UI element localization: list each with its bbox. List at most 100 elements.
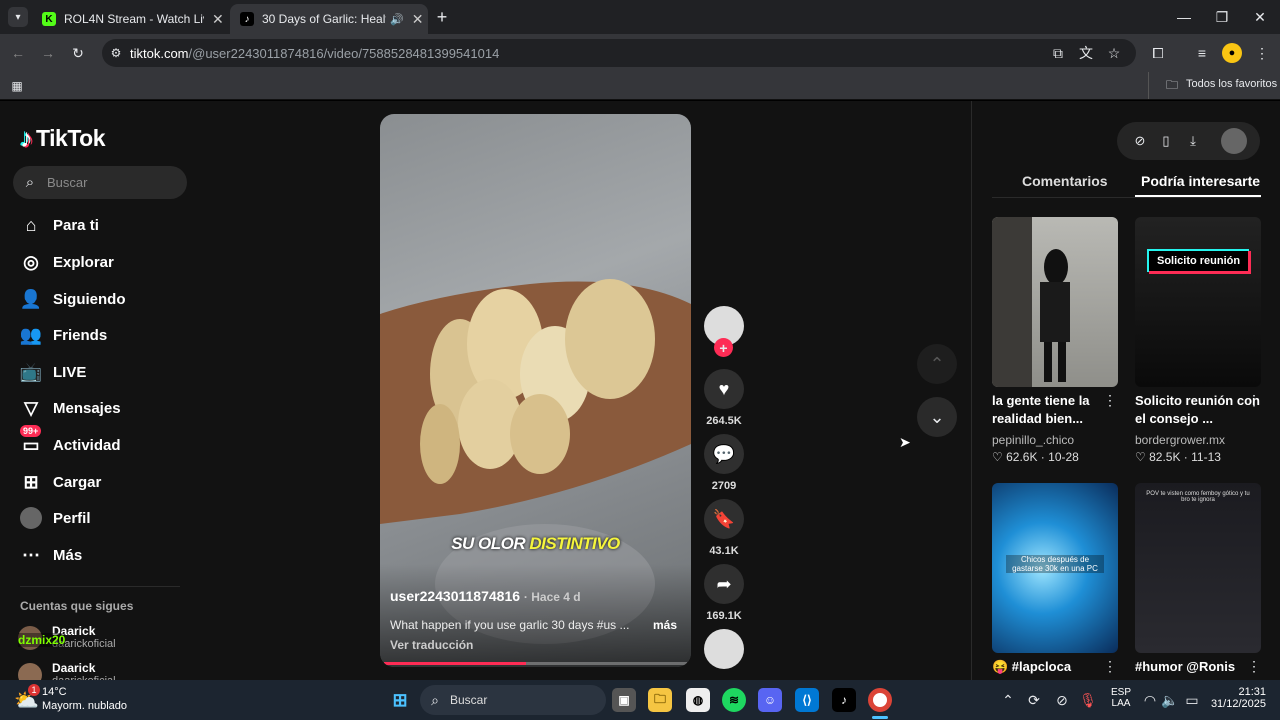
following-account[interactable]: Daarick daarickoficial dzmix20 bbox=[18, 622, 188, 656]
reload-icon[interactable]: ↻ bbox=[68, 43, 88, 63]
device-icon[interactable]: ▯ bbox=[1157, 132, 1175, 150]
bookmark-star-icon[interactable]: ☆ bbox=[1104, 45, 1124, 62]
forward-icon[interactable]: → bbox=[38, 43, 58, 63]
wifi-icon[interactable]: ◠ bbox=[1142, 692, 1158, 708]
vscode-icon[interactable]: ⟨⟩ bbox=[795, 688, 819, 712]
next-video-button[interactable]: ⌄ bbox=[917, 397, 957, 437]
video-card[interactable]: Chicos después de gastarse 30k en una PC bbox=[992, 483, 1118, 653]
previous-video-button[interactable]: ⌃ bbox=[917, 344, 957, 384]
video-text-overlay: SU OLOR DISTINTIVO bbox=[380, 534, 691, 554]
sound-avatar[interactable] bbox=[704, 629, 744, 669]
search-box[interactable]: ⌕ Buscar bbox=[13, 166, 187, 199]
battery-icon[interactable]: ▭ bbox=[1184, 692, 1200, 708]
close-tab-icon[interactable]: ✕ bbox=[412, 11, 424, 28]
video-card[interactable]: Solicito reunión bbox=[1135, 217, 1261, 387]
site-info-icon[interactable]: ⚙ bbox=[102, 46, 130, 60]
nav-mas[interactable]: ⋯ Más bbox=[20, 540, 82, 570]
nav-perfil[interactable]: Perfil bbox=[20, 503, 91, 533]
task-view-icon[interactable]: ▣ bbox=[612, 688, 636, 712]
maximize-icon[interactable]: ❐ bbox=[1210, 6, 1234, 28]
apps-grid-icon[interactable]: ▦ bbox=[8, 77, 26, 95]
progress-fill bbox=[384, 662, 527, 665]
tab-rol4n[interactable]: K ROL4N Stream - Watch Live on ✕ bbox=[32, 4, 228, 34]
card-more-icon[interactable]: ⋮ bbox=[1247, 658, 1261, 674]
tabs-divider bbox=[992, 197, 1261, 198]
card-author[interactable]: bordergrower.mx bbox=[1135, 433, 1225, 447]
spotify-icon[interactable]: ≋ bbox=[722, 688, 746, 712]
video-author[interactable]: user2243011874816 bbox=[390, 588, 520, 604]
tiktok-logo[interactable]: ♪ TikTok bbox=[20, 123, 106, 154]
tab-tiktok[interactable]: ♪ 30 Days of Garlic: Health Be 🔊 ✕ bbox=[230, 4, 428, 34]
close-window-icon[interactable]: ✕ bbox=[1248, 6, 1272, 28]
taskbar-search[interactable]: ⌕ Buscar bbox=[420, 685, 606, 715]
language-indicator[interactable]: ESP LAA bbox=[1108, 687, 1134, 709]
tiktok-app-icon[interactable]: ♪ bbox=[832, 688, 856, 712]
card-more-icon[interactable]: ⋮ bbox=[1103, 658, 1117, 674]
sync-icon[interactable]: ⟳ bbox=[1026, 692, 1042, 708]
nav-live[interactable]: 📺 LIVE bbox=[20, 357, 87, 387]
volume-icon[interactable]: 🔈 bbox=[1161, 692, 1178, 708]
minimize-icon[interactable]: — bbox=[1172, 6, 1196, 28]
translate-link[interactable]: Ver traducción bbox=[390, 638, 473, 652]
back-icon[interactable]: ← bbox=[8, 43, 28, 63]
following-account[interactable]: Daarick daarickoficial bbox=[18, 659, 188, 680]
speaker-icon[interactable]: 🔊 bbox=[390, 13, 404, 26]
start-windows-icon[interactable]: ⊞ bbox=[388, 688, 412, 712]
video-card[interactable]: POV te visten como femboy gótico y tu br… bbox=[1135, 483, 1261, 653]
nav-friends[interactable]: 👥 Friends bbox=[20, 320, 107, 350]
share-button[interactable]: ➦ bbox=[704, 564, 744, 604]
nav-explorar[interactable]: ◎ Explorar bbox=[20, 247, 114, 277]
nav-para-ti[interactable]: ⌂ Para ti bbox=[20, 210, 99, 240]
address-bar[interactable]: ⚙ tiktok.com /@user2243011874816/video/7… bbox=[102, 39, 1136, 67]
install-icon[interactable]: ⧉ bbox=[1048, 45, 1068, 62]
file-explorer-icon[interactable]: 🗀 bbox=[648, 688, 672, 712]
chrome-icon[interactable] bbox=[868, 688, 892, 712]
like-button[interactable]: ♥ bbox=[704, 369, 744, 409]
close-tab-icon[interactable]: ✕ bbox=[212, 11, 224, 28]
discord-icon[interactable]: ☺ bbox=[758, 688, 782, 712]
explore-icon[interactable]: ⊘ bbox=[1131, 132, 1149, 150]
card-title[interactable]: Solicito reunión con el consejo ... bbox=[1135, 392, 1261, 428]
browser-tab-bar: ▾ K ROL4N Stream - Watch Live on ✕ ♪ 30 … bbox=[0, 0, 1280, 34]
save-button[interactable]: 🔖 bbox=[704, 499, 744, 539]
card-more-icon[interactable]: ⋮ bbox=[1247, 392, 1261, 408]
card-author[interactable]: pepinillo_.chico bbox=[992, 433, 1074, 447]
microphone-icon[interactable]: 🎙 bbox=[1079, 692, 1097, 708]
right-panel: ⊘ ▯ ⤓ Comentarios Podría interesarte la … bbox=[971, 101, 1280, 680]
user-avatar[interactable] bbox=[1221, 128, 1247, 154]
heart-icon: ♥ bbox=[718, 378, 730, 399]
weather-widget[interactable]: ⛅ 1 14°C Mayorm. nublado bbox=[14, 684, 154, 716]
follow-plus-icon[interactable]: + bbox=[714, 338, 733, 357]
all-bookmarks-link[interactable]: Todos los favoritos bbox=[1186, 78, 1277, 90]
nav-mensajes[interactable]: ▽ Mensajes bbox=[20, 393, 120, 423]
tab-comentarios[interactable]: Comentarios bbox=[1022, 173, 1108, 189]
card-title[interactable]: la gente tiene la realidad bien... bbox=[992, 392, 1118, 428]
menu-icon[interactable]: ⋮ bbox=[1252, 43, 1272, 63]
clock[interactable]: 21:31 31/12/2025 bbox=[1210, 686, 1266, 710]
nav-actividad[interactable]: ▭ 99+ Actividad bbox=[20, 425, 121, 460]
description-more-button[interactable]: más bbox=[653, 618, 677, 632]
friends-icon: 👥 bbox=[19, 324, 43, 345]
card-title[interactable]: 😝 #lapcloca bbox=[992, 658, 1118, 676]
extensions-icon[interactable]: ⧠ bbox=[1148, 43, 1168, 63]
card-more-icon[interactable]: ⋮ bbox=[1103, 392, 1117, 408]
video-player[interactable]: SU OLOR DISTINTIVO user2243011874816 · H… bbox=[380, 114, 691, 667]
nav-cargar[interactable]: ⊞ Cargar bbox=[20, 467, 101, 497]
media-control-icon[interactable]: ≡ bbox=[1192, 43, 1212, 63]
new-tab-button[interactable]: + bbox=[432, 6, 452, 28]
tray-chevron-icon[interactable]: ⌃ bbox=[1000, 692, 1016, 708]
chatgpt-icon[interactable]: ◍ bbox=[686, 688, 710, 712]
video-card[interactable] bbox=[992, 217, 1118, 387]
comment-button[interactable]: 💬 bbox=[704, 434, 744, 474]
video-age: · Hace 4 d bbox=[523, 590, 581, 604]
download-icon[interactable]: ⤓ bbox=[1184, 132, 1202, 150]
nav-siguiendo[interactable]: 👤 Siguiendo bbox=[20, 284, 126, 314]
progress-track[interactable] bbox=[384, 662, 687, 665]
card-title[interactable]: #humor @Ronis bbox=[1135, 658, 1261, 676]
share-arrow-icon: ➦ bbox=[716, 573, 732, 594]
tab-search-icon[interactable]: ▾ bbox=[8, 7, 28, 27]
network-off-icon[interactable]: ⊘ bbox=[1054, 692, 1070, 708]
translate-icon[interactable]: 文 bbox=[1076, 43, 1096, 63]
tab-podria-interesarte[interactable]: Podría interesarte bbox=[1141, 173, 1260, 189]
profile-avatar-icon[interactable]: ● bbox=[1222, 43, 1242, 63]
